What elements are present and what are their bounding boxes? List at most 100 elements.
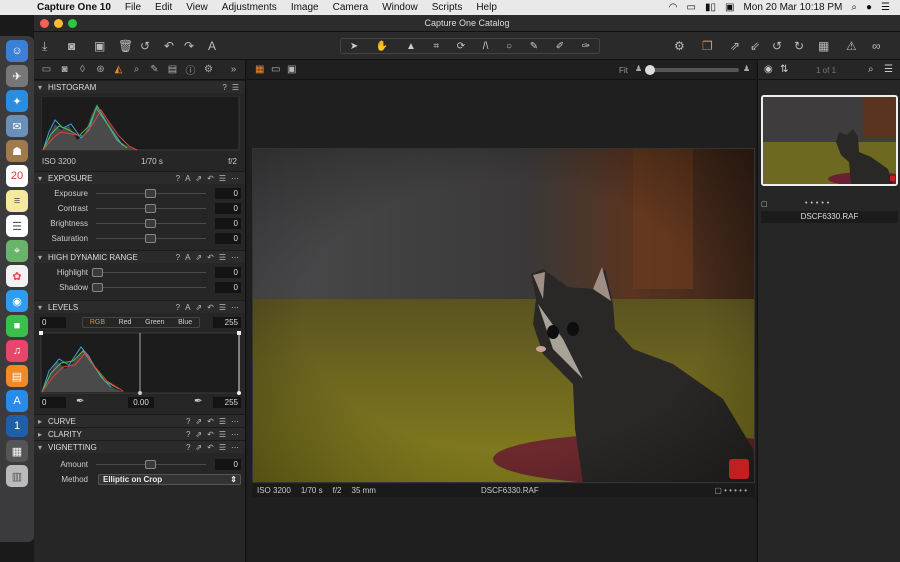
zoom-out-icon[interactable]: ♟ xyxy=(635,64,642,73)
menubar-clock[interactable]: Mon 20 Mar 10:18 PM xyxy=(743,2,842,13)
messages-icon[interactable]: ◉ xyxy=(6,290,28,312)
copy-icon[interactable]: ⇗ xyxy=(195,417,202,426)
zoom-fit-label[interactable]: Fit xyxy=(619,66,628,75)
contacts-icon[interactable]: ☗ xyxy=(6,140,28,162)
input-source-icon[interactable]: ▣ xyxy=(725,2,734,13)
reset-icon[interactable]: ↶ xyxy=(207,443,214,452)
apply-adjust-icon[interactable]: ⇗ xyxy=(730,38,740,54)
copy-apply-icon[interactable]: ⇙ xyxy=(750,38,760,54)
levels-header[interactable]: ▾ LEVELS ? A ⇗ ↶ ☰ ⋯ xyxy=(34,300,245,313)
select-checkbox[interactable]: ▢ xyxy=(761,200,768,208)
grid-icon[interactable]: ▦ xyxy=(818,38,829,54)
black-picker-icon[interactable]: ✒ xyxy=(76,396,84,407)
lens-tab-icon[interactable]: ◊ xyxy=(75,64,90,75)
redo-icon[interactable]: ↷ xyxy=(184,38,194,54)
levels-input-low[interactable]: 0 xyxy=(40,317,66,328)
main-photo[interactable] xyxy=(252,148,755,483)
reset-icon[interactable]: ↶ xyxy=(207,417,214,426)
contrast-knob[interactable] xyxy=(145,204,156,213)
reset-icon[interactable]: ↶ xyxy=(207,303,214,312)
menu-view[interactable]: View xyxy=(179,2,215,13)
capture-tab-icon[interactable]: ◙ xyxy=(57,64,72,75)
menu-camera[interactable]: Camera xyxy=(326,2,376,13)
highlight-value[interactable]: 0 xyxy=(215,267,241,278)
menu-icon[interactable]: ☰ xyxy=(219,430,226,439)
metadata-tab-icon[interactable]: ⓘ xyxy=(183,62,198,77)
app-store-icon[interactable]: A xyxy=(6,390,28,412)
menu-file[interactable]: File xyxy=(118,2,148,13)
menu-icon[interactable]: ☰ xyxy=(219,417,226,426)
copy-icon[interactable]: ⇗ xyxy=(195,430,202,439)
menu-icon[interactable]: ☰ xyxy=(219,253,226,262)
menu-app[interactable]: Capture One 10 xyxy=(30,2,118,13)
mail-icon[interactable]: ✉ xyxy=(6,115,28,137)
menu-image[interactable]: Image xyxy=(284,2,326,13)
safari-icon[interactable]: ✦ xyxy=(6,90,28,112)
copy-icon[interactable]: ⇗ xyxy=(195,174,202,183)
zoom-knob[interactable] xyxy=(645,65,655,75)
hdr-header[interactable]: ▾ HIGH DYNAMIC RANGE ? A ⇗ ↶ ☰ ⋯ xyxy=(34,250,245,263)
menu-icon[interactable]: ☰ xyxy=(219,303,226,312)
delete-icon[interactable]: 🗑 xyxy=(118,38,133,54)
levels-output-low[interactable]: 0 xyxy=(40,397,66,408)
multi-view-icon[interactable]: ▦ xyxy=(255,64,264,75)
more-icon[interactable]: ⋯ xyxy=(231,430,239,439)
photos-icon[interactable]: ✿ xyxy=(6,265,28,287)
picker-tool-icon[interactable]: ✑ xyxy=(582,41,590,52)
more-tabs-icon[interactable]: » xyxy=(226,64,241,75)
facetime-icon[interactable]: ■ xyxy=(6,315,28,337)
menu-adjustments[interactable]: Adjustments xyxy=(215,2,284,13)
help-icon[interactable]: ? xyxy=(176,253,180,262)
1password-icon[interactable]: 1 xyxy=(6,415,28,437)
color-tab-icon[interactable]: ⊛ xyxy=(93,64,108,75)
finder-icon[interactable]: ☺ xyxy=(6,40,28,62)
clarity-header[interactable]: ▸ CLARITY ? ⇗ ↶ ☰ ⋯ xyxy=(34,427,245,440)
more-icon[interactable]: ⋯ xyxy=(231,174,239,183)
search-icon[interactable]: ⌕ xyxy=(868,64,874,75)
levels-input-high[interactable]: 255 xyxy=(213,317,241,328)
airplay-icon[interactable]: ▭ xyxy=(687,2,696,13)
brightness-knob[interactable] xyxy=(145,219,156,228)
help-icon[interactable]: ? xyxy=(176,174,180,183)
reset-icon[interactable]: ↺ xyxy=(140,38,150,54)
calendar-icon[interactable]: 20 xyxy=(6,165,28,187)
channel-rgb[interactable]: RGB xyxy=(90,318,105,327)
undo-icon[interactable]: ↶ xyxy=(164,38,174,54)
more-icon[interactable]: ⋯ xyxy=(231,443,239,452)
keystone-tool-icon[interactable]: /\ xyxy=(483,41,489,52)
camera-icon[interactable]: ◙ xyxy=(68,38,75,54)
more-icon[interactable]: ⋯ xyxy=(231,417,239,426)
shadow-knob[interactable] xyxy=(92,283,103,292)
contrast-value[interactable]: 0 xyxy=(215,203,241,214)
menu-scripts[interactable]: Scripts xyxy=(425,2,470,13)
library-tab-icon[interactable]: ▭ xyxy=(39,64,54,75)
menu-help[interactable]: Help xyxy=(469,2,504,13)
thumbnail[interactable] xyxy=(761,95,898,186)
settings-icon[interactable]: ⚙ xyxy=(674,38,685,54)
copy-icon[interactable]: ⇗ xyxy=(195,253,202,262)
details-tab-icon[interactable]: ⌕ xyxy=(129,64,144,75)
white-picker-icon[interactable]: ✒ xyxy=(194,396,202,407)
trash-icon[interactable]: ▥ xyxy=(6,465,28,487)
reminders-icon[interactable]: ☰ xyxy=(6,215,28,237)
battery-icon[interactable]: ▮▯ xyxy=(705,2,716,13)
levels-midpoint[interactable]: 0.00 xyxy=(128,397,154,408)
itunes-icon[interactable]: ♫ xyxy=(6,340,28,362)
auto-adjust-icon[interactable]: A xyxy=(208,38,216,54)
more-icon[interactable]: ⋯ xyxy=(231,303,239,312)
menu-icon[interactable]: ☰ xyxy=(232,83,239,92)
levels-output-high[interactable]: 255 xyxy=(213,397,241,408)
rotate-left-icon[interactable]: ↺ xyxy=(772,38,782,54)
copy-icon[interactable]: ⇗ xyxy=(195,443,202,452)
rating-dots[interactable]: ▢ • • • • • xyxy=(714,486,747,495)
capture-one-icon[interactable]: ▦ xyxy=(6,440,28,462)
thumbnail-rating-dots[interactable]: ••••• xyxy=(805,200,832,207)
select-tool-icon[interactable]: ➤ xyxy=(350,41,358,52)
spot-removal-icon[interactable]: ○ xyxy=(506,41,512,52)
rotate-right-icon[interactable]: ↻ xyxy=(794,38,804,54)
help-icon[interactable]: ? xyxy=(222,83,226,92)
brush-tool-icon[interactable]: ✎ xyxy=(530,41,538,52)
gradient-tool-icon[interactable]: ✐ xyxy=(556,41,564,52)
visibility-icon[interactable]: ◉ xyxy=(764,64,773,75)
notification-center-icon[interactable]: ☰ xyxy=(881,2,890,13)
